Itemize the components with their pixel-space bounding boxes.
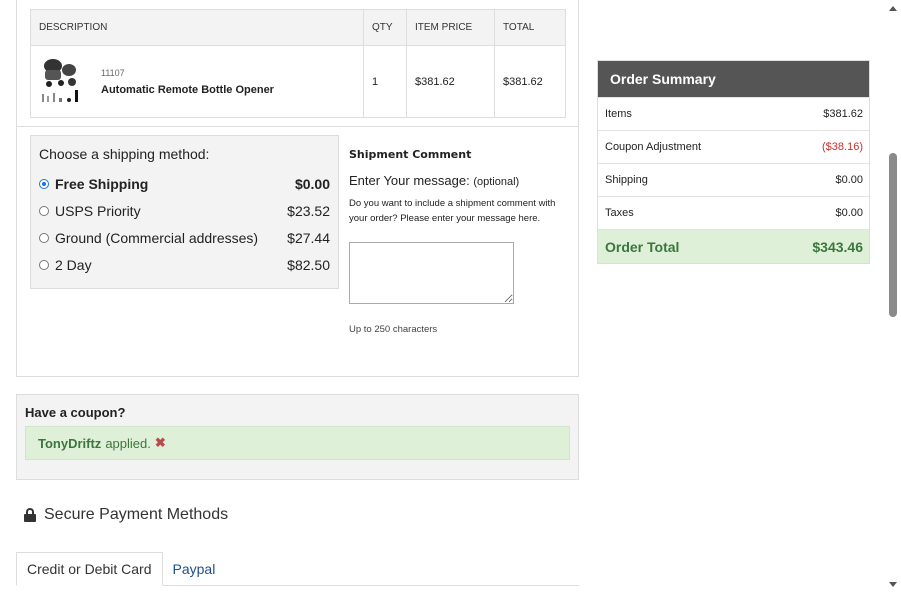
col-total: TOTAL: [494, 9, 566, 46]
order-total-value: $343.46: [812, 238, 863, 255]
shipping-option-2day[interactable]: 2 Day $82.50: [39, 251, 330, 278]
summary-label: Coupon Adjustment: [605, 141, 702, 153]
scroll-down-arrow-icon[interactable]: [889, 582, 897, 587]
coupon-applied-text: applied.: [105, 435, 151, 451]
comment-limit: Up to 250 characters: [349, 324, 438, 335]
cart-table: DESCRIPTION QTY ITEM PRICE TOTAL 11107 A…: [30, 9, 566, 118]
comment-label-text: Enter Your message:: [349, 173, 470, 188]
col-description: DESCRIPTION: [30, 9, 364, 46]
close-icon[interactable]: ✖: [155, 435, 166, 451]
shipping-option-name: USPS Priority: [55, 202, 141, 219]
summary-row-items: Items $381.62: [598, 97, 869, 130]
shipping-option-name: Ground (Commercial addresses): [55, 229, 259, 246]
summary-value: ($38.16): [822, 141, 863, 153]
shipping-option-price: $27.44: [287, 229, 330, 246]
page-scrollbar[interactable]: [885, 0, 901, 593]
comment-label: Enter Your message: (optional): [349, 173, 564, 188]
summary-row-total: Order Total $343.46: [598, 229, 869, 263]
shipment-comment: Shipment Comment Enter Your message: (op…: [349, 148, 564, 335]
shipping-option-price: $0.00: [294, 175, 330, 192]
radio-ground[interactable]: [39, 232, 49, 243]
product-cell: 11107 Automatic Remote Bottle Opener: [30, 45, 364, 118]
summary-label: Items: [605, 108, 632, 120]
summary-row-shipping: Shipping $0.00: [598, 163, 869, 196]
shipping-option-name: Free Shipping: [55, 175, 149, 192]
tab-credit-card[interactable]: Credit or Debit Card: [16, 552, 163, 586]
shipping-option-ground[interactable]: Ground (Commercial addresses) $27.44: [39, 224, 330, 251]
comment-help: Do you want to include a shipment commen…: [349, 198, 556, 224]
shipping-option-free[interactable]: Free Shipping $0.00: [39, 170, 330, 197]
col-item-price: ITEM PRICE: [406, 9, 495, 46]
summary-row-coupon: Coupon Adjustment ($38.16): [598, 130, 869, 163]
secure-payment-heading: Secure Payment Methods: [24, 506, 228, 524]
cart-panel: DESCRIPTION QTY ITEM PRICE TOTAL 11107 A…: [16, 0, 579, 127]
summary-value: $0.00: [835, 174, 863, 186]
coupon-title: Have a coupon?: [25, 405, 126, 420]
radio-2-day[interactable]: [39, 259, 49, 270]
summary-value: $0.00: [835, 207, 863, 219]
shipping-panel: Choose a shipping method: Free Shipping …: [16, 126, 579, 377]
table-row: 11107 Automatic Remote Bottle Opener 1 $…: [30, 45, 566, 118]
order-total-label: Order Total: [605, 238, 680, 255]
shipping-option-price: $82.50: [287, 256, 330, 273]
product-name[interactable]: Automatic Remote Bottle Opener: [101, 84, 274, 96]
product-image[interactable]: [39, 56, 83, 108]
coupon-panel: Have a coupon? TonyDriftz applied. ✖: [16, 394, 579, 480]
summary-row-taxes: Taxes $0.00: [598, 196, 869, 229]
payment-tabs: Credit or Debit Card Paypal: [16, 552, 579, 586]
comment-optional: (optional): [473, 176, 520, 188]
shipping-option-usps[interactable]: USPS Priority $23.52: [39, 197, 330, 224]
order-summary-title: Order Summary: [598, 61, 869, 97]
tab-paypal[interactable]: Paypal: [163, 552, 226, 586]
coupon-applied-alert: TonyDriftz applied. ✖: [25, 426, 570, 460]
col-qty: QTY: [363, 9, 407, 46]
radio-usps-priority[interactable]: [39, 205, 49, 216]
summary-label: Shipping: [605, 174, 648, 186]
shipment-comment-title: Shipment Comment: [349, 148, 472, 161]
lock-icon: [24, 508, 36, 522]
order-summary: Order Summary Items $381.62 Coupon Adjus…: [597, 60, 870, 264]
scroll-up-arrow-icon[interactable]: [889, 6, 897, 11]
summary-value: $381.62: [823, 108, 863, 120]
comment-textarea[interactable]: [349, 242, 514, 304]
summary-label: Taxes: [605, 207, 634, 219]
qty-cell: 1: [363, 45, 407, 118]
shipping-title: Choose a shipping method:: [39, 146, 210, 162]
shipping-option-name: 2 Day: [55, 256, 92, 273]
total-cell: $381.62: [494, 45, 566, 118]
item-price-cell: $381.62: [406, 45, 495, 118]
scrollbar-thumb[interactable]: [889, 153, 897, 317]
shipping-option-price: $23.52: [287, 202, 330, 219]
secure-payment-title: Secure Payment Methods: [44, 506, 229, 523]
radio-free-shipping[interactable]: [39, 178, 49, 189]
shipping-method-box: Choose a shipping method: Free Shipping …: [30, 135, 339, 289]
coupon-code: TonyDriftz: [38, 435, 102, 451]
product-sku: 11107: [101, 67, 125, 78]
cart-header-row: DESCRIPTION QTY ITEM PRICE TOTAL: [30, 9, 566, 46]
